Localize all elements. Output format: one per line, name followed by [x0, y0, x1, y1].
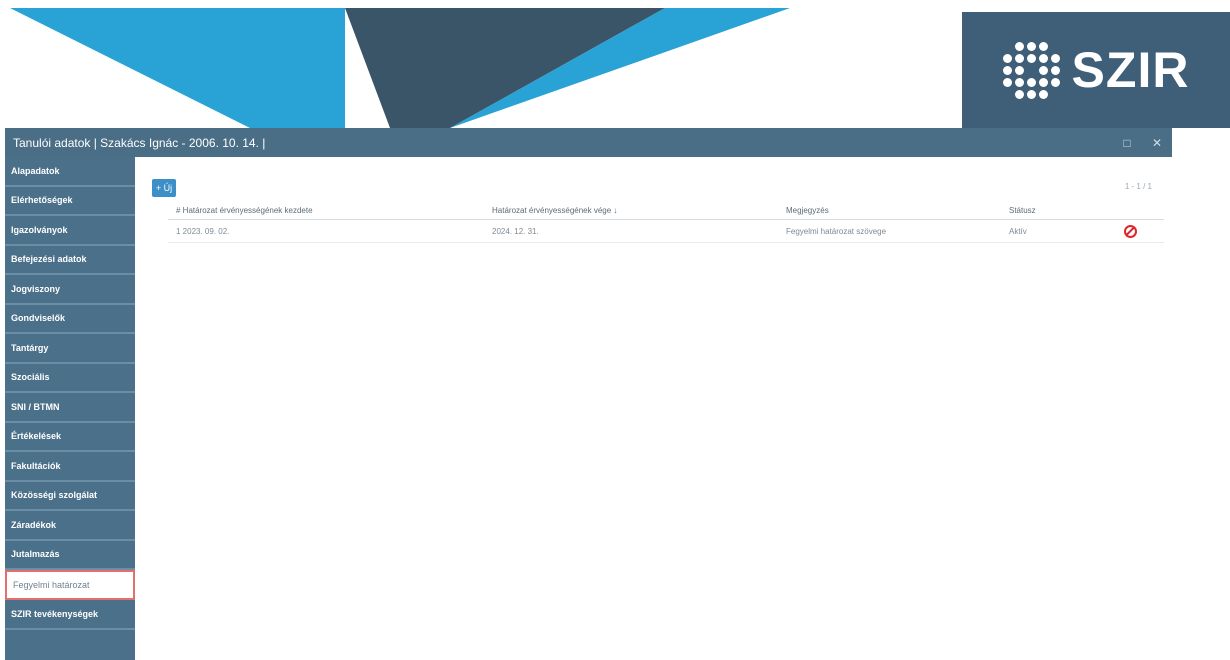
sidebar-item-alapadatok[interactable]: Alapadatok [5, 157, 135, 187]
table-header: # Határozat érvényességének kezdete Hatá… [168, 201, 1164, 220]
decisions-table: # Határozat érvényességének kezdete Hatá… [168, 201, 1164, 243]
delete-icon[interactable] [1124, 224, 1137, 238]
sidebar: Alapadatok Elérhetőségek Igazolványok Be… [5, 157, 135, 660]
cell-status: Aktív [1009, 226, 1027, 236]
header-banner: SZIR [0, 0, 1230, 128]
sidebar-item-jutalmazas[interactable]: Jutalmazás [5, 541, 135, 570]
szir-logo: SZIR [962, 12, 1230, 128]
main-content: + Új 1 - 1 / 1 # Határozat érvényességén… [135, 157, 1172, 660]
sidebar-item-sni-btmn[interactable]: SNI / BTMN [5, 393, 135, 423]
maximize-button[interactable]: □ [1112, 136, 1142, 150]
window-titlebar: Tanulói adatok | Szakács Ignác - 2006. 1… [5, 128, 1172, 157]
sidebar-item-szocialis[interactable]: Szociális [5, 364, 135, 393]
sidebar-item-befejezesi-adatok[interactable]: Befejezési adatok [5, 246, 135, 275]
header-end-date[interactable]: Határozat érvényességének vége ↓ [492, 206, 786, 215]
window-title: Tanulói adatok | Szakács Ignác - 2006. 1… [13, 135, 266, 150]
sidebar-item-ertekelesek[interactable]: Értékelések [5, 423, 135, 452]
header-status[interactable]: Státusz [1009, 206, 1124, 215]
sidebar-item-kozossegi-szolgalat[interactable]: Közösségi szolgálat [5, 482, 135, 511]
sidebar-item-fakultaciok[interactable]: Fakultációk [5, 452, 135, 482]
header-start-date[interactable]: # Határozat érvényességének kezdete [168, 206, 492, 215]
cell-actions [1124, 224, 1164, 238]
sidebar-item-tantargy[interactable]: Tantárgy [5, 334, 135, 364]
add-button[interactable]: + Új [152, 179, 176, 197]
cell-note: Fegyelmi határozat szövege [786, 226, 887, 236]
sidebar-item-igazolvanyok[interactable]: Igazolványok [5, 216, 135, 246]
table-row[interactable]: 1 2023. 09. 02. 2024. 12. 31. Fegyelmi h… [168, 220, 1164, 243]
logo-text: SZIR [1071, 42, 1190, 98]
cell-start-date: 1 2023. 09. 02. [176, 226, 230, 236]
header-note[interactable]: Megjegyzés [786, 206, 1009, 215]
cell-end-date: 2024. 12. 31. [492, 226, 539, 236]
sidebar-item-gondviselok[interactable]: Gondviselők [5, 305, 135, 334]
sidebar-item-zaradekok[interactable]: Záradékok [5, 511, 135, 541]
close-button[interactable]: ✕ [1142, 136, 1172, 150]
logo-dots-icon [1002, 41, 1060, 99]
sidebar-item-jogviszony[interactable]: Jogviszony [5, 275, 135, 305]
sidebar-item-elerhetosegek[interactable]: Elérhetőségek [5, 187, 135, 216]
sidebar-item-szir-tevekenysegek[interactable]: SZIR tevékenységek [5, 600, 135, 630]
sidebar-item-fegyelmi-hatarozat[interactable]: Fegyelmi határozat [5, 570, 135, 600]
pager-info: 1 - 1 / 1 [1124, 182, 1152, 191]
